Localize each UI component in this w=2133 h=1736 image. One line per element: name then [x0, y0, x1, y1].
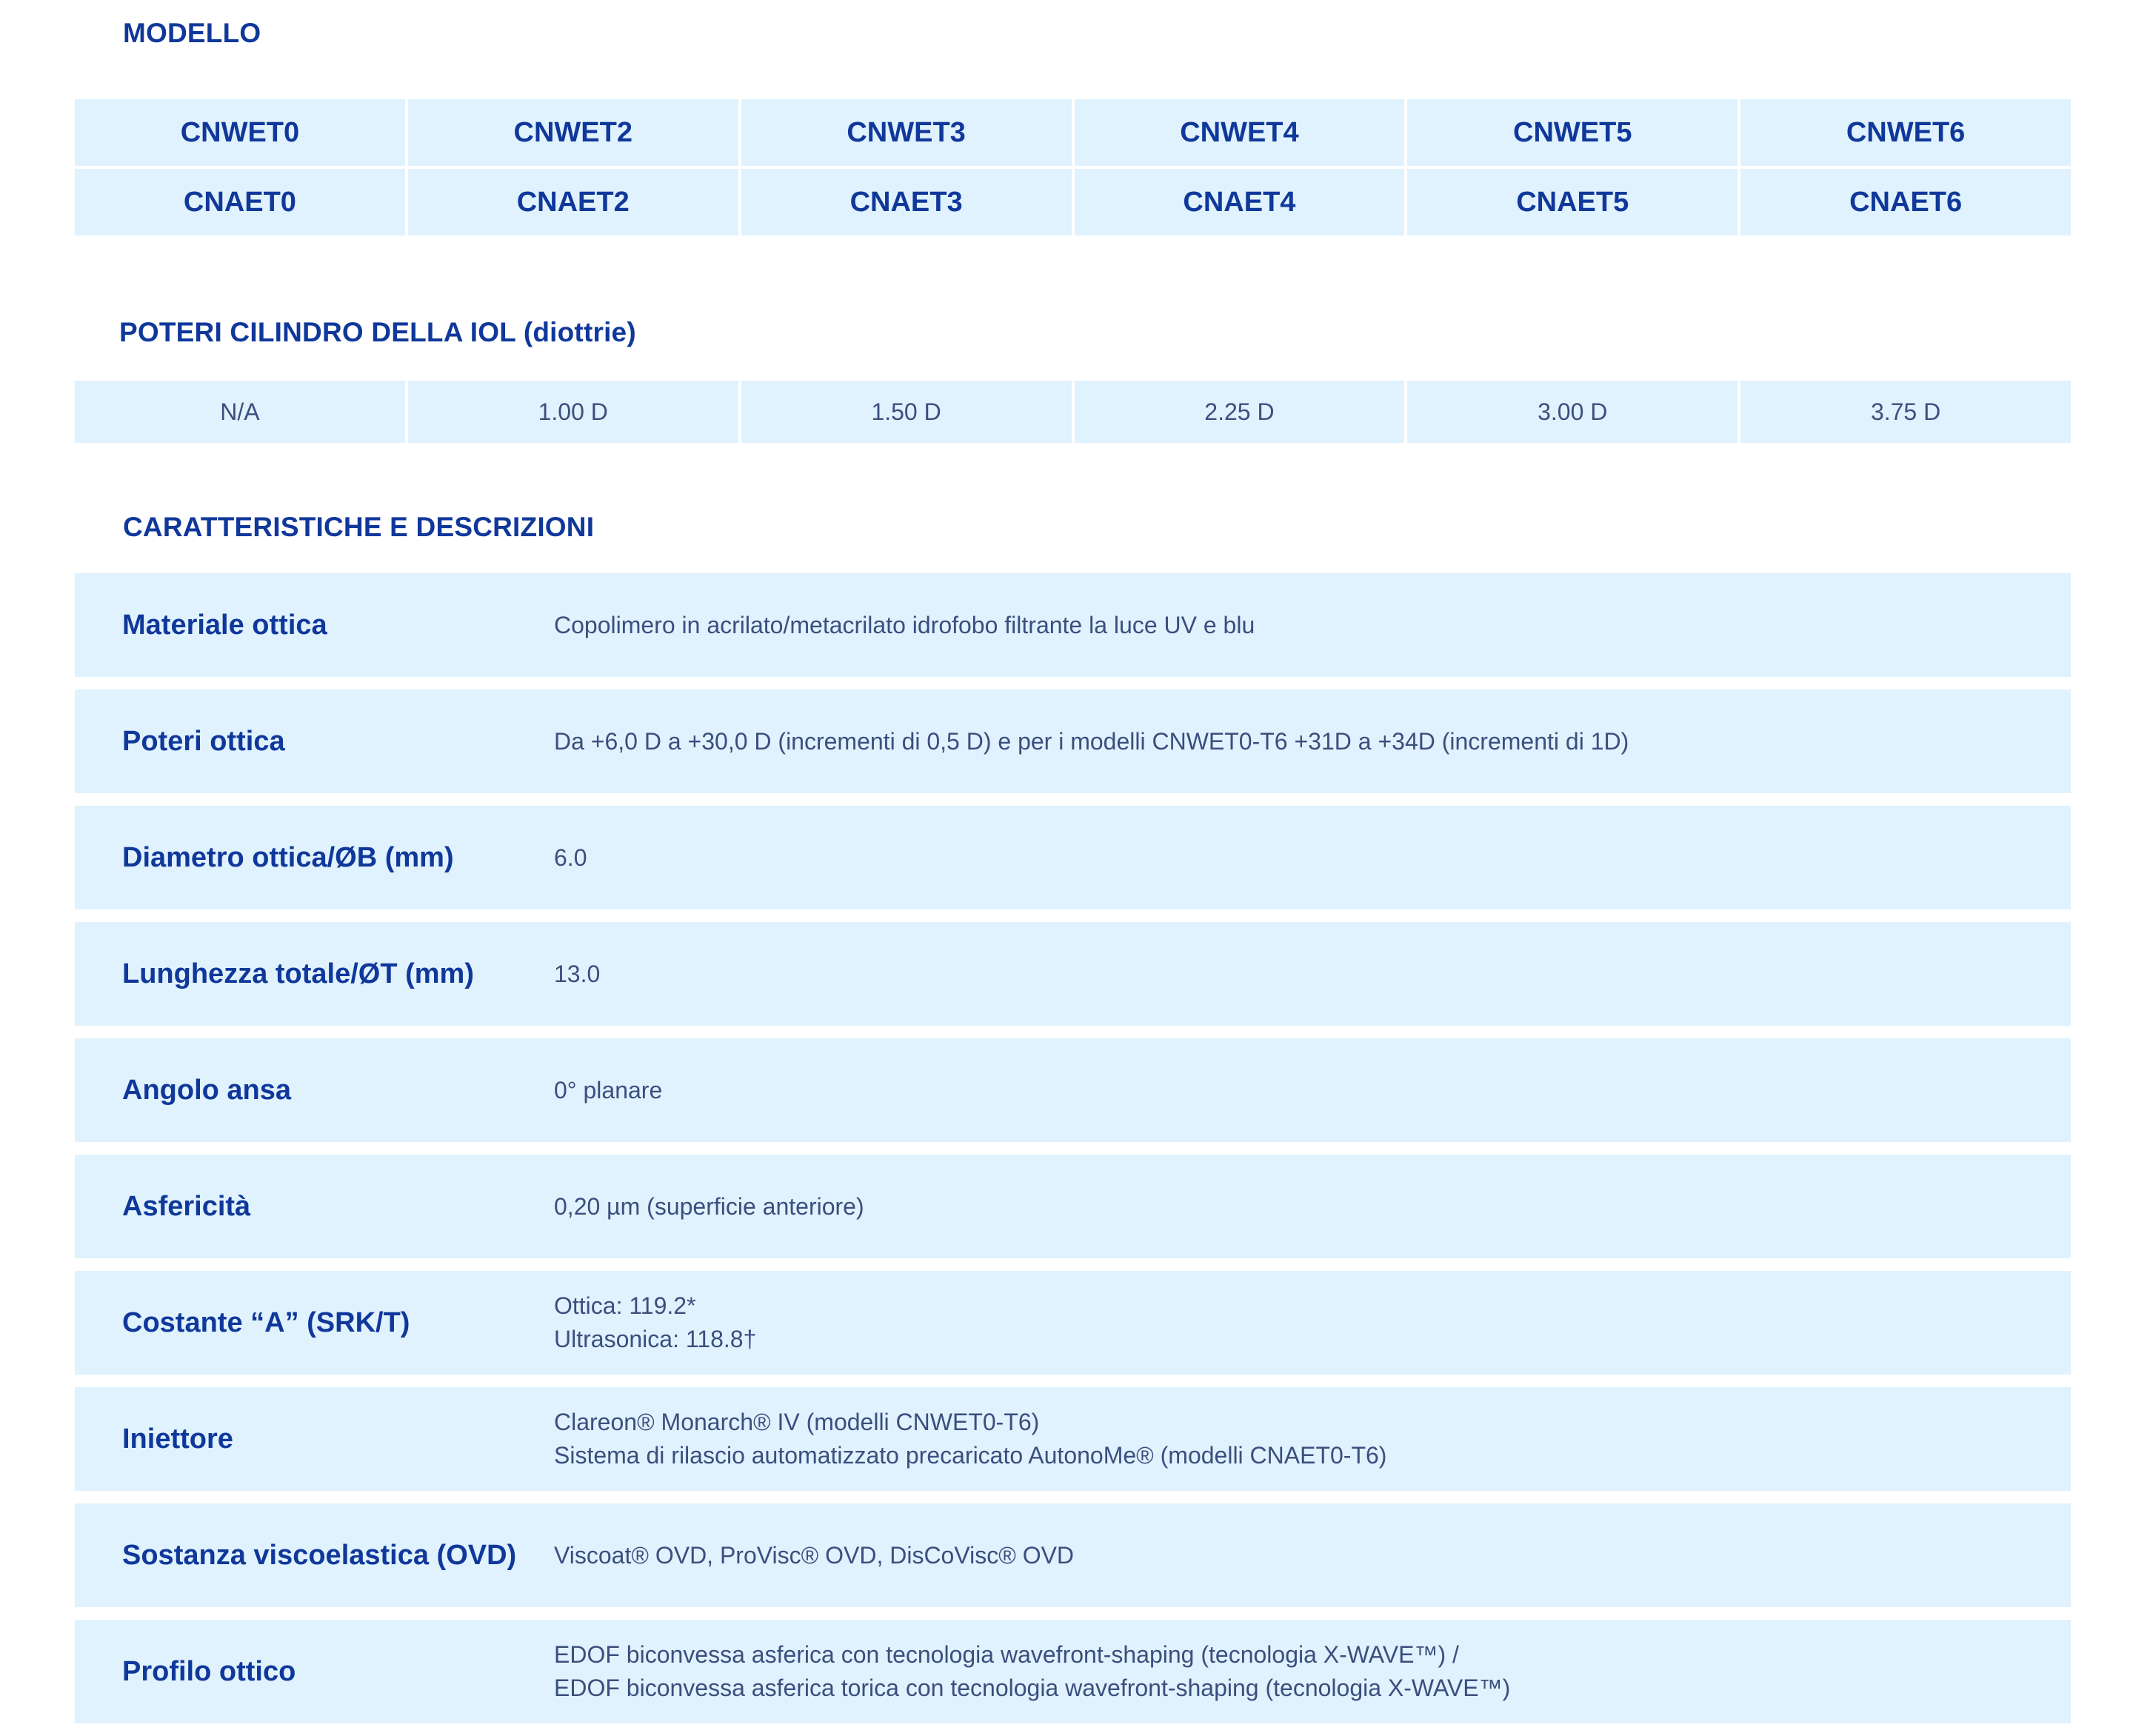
- feature-label: Poteri ottica: [122, 725, 285, 757]
- features-table: Materiale ottica Copolimero in acrilato/…: [75, 573, 2071, 1736]
- feature-row-poteri-ottica: Poteri ottica Da +6,0 D a +30,0 D (incre…: [75, 690, 2071, 793]
- model-cell: CNAET3: [741, 169, 1072, 236]
- cylinder-power-cell: 1.00 D: [407, 381, 738, 443]
- model-cell: CNWET2: [407, 99, 738, 166]
- model-cell: CNAET2: [407, 169, 738, 236]
- feature-label: Angolo ansa: [122, 1074, 292, 1106]
- feature-value-line: Ultrasonica: 118.8†: [554, 1326, 757, 1352]
- cylinder-power-cell: 3.00 D: [1407, 381, 1738, 443]
- feature-row-iniettore: Iniettore Clareon® Monarch® IV (modelli …: [75, 1387, 2071, 1491]
- feature-value: 0° planare: [554, 1074, 2041, 1107]
- feature-value: Da +6,0 D a +30,0 D (incrementi di 0,5 D…: [554, 725, 2041, 758]
- feature-label: Costante “A” (SRK/T): [122, 1306, 410, 1338]
- feature-value: Ottica: 119.2* Ultrasonica: 118.8†: [554, 1289, 2041, 1356]
- feature-value: Clareon® Monarch® IV (modelli CNWET0-T6)…: [554, 1406, 2041, 1472]
- model-cell: CNAET4: [1074, 169, 1405, 236]
- model-cell: CNAET6: [1740, 169, 2071, 236]
- feature-value-line: Ottica: 119.2*: [554, 1292, 696, 1319]
- feature-row-materiale-ottica: Materiale ottica Copolimero in acrilato/…: [75, 573, 2071, 677]
- feature-value-line: Viscoat® OVD, ProVisc® OVD, DisCoVisc® O…: [554, 1541, 1075, 1569]
- feature-value-line: Clareon® Monarch® IV (modelli CNWET0-T6): [554, 1409, 1040, 1435]
- feature-label: Iniettore: [122, 1423, 233, 1455]
- model-table: CNWET0 CNWET2 CNWET3 CNWET4 CNWET5 CNWET…: [75, 99, 2071, 236]
- feature-row-angolo-ansa: Angolo ansa 0° planare: [75, 1038, 2071, 1142]
- feature-label: Sostanza viscoelastica (OVD): [122, 1539, 517, 1571]
- feature-row-asfericita: Asfericità 0,20 µm (superficie anteriore…: [75, 1155, 2071, 1258]
- feature-value-line: Sistema di rilascio automatizzato precar…: [554, 1442, 1387, 1469]
- section-title-poteri-cilindro: POTERI CILINDRO DELLA IOL (diottrie): [119, 317, 636, 347]
- feature-value-line: Copolimero in acrilato/metacrilato idrof…: [554, 611, 1255, 638]
- feature-value-line: 6.0: [554, 844, 587, 871]
- feature-row-diametro-ottica: Diametro ottica/ØB (mm) 6.0: [75, 806, 2071, 909]
- feature-value-line: EDOF biconvessa asferica torica con tecn…: [554, 1675, 1511, 1701]
- feature-row-sostanza-viscoelastica: Sostanza viscoelastica (OVD) Viscoat® OV…: [75, 1503, 2071, 1607]
- feature-value-line: 13.0: [554, 960, 601, 987]
- feature-value: EDOF biconvessa asferica con tecnologia …: [554, 1638, 2041, 1705]
- feature-value-line: Da +6,0 D a +30,0 D (incrementi di 0,5 D…: [554, 727, 1629, 755]
- feature-value-line: 0,20 µm (superficie anteriore): [554, 1192, 864, 1220]
- model-cell: CNWET6: [1740, 99, 2071, 166]
- section-title-modello: MODELLO: [123, 18, 261, 48]
- feature-value: 0,20 µm (superficie anteriore): [554, 1190, 2041, 1223]
- model-cell: CNWET3: [741, 99, 1072, 166]
- feature-value-line: EDOF biconvessa asferica con tecnologia …: [554, 1641, 1459, 1668]
- model-cell: CNWET4: [1074, 99, 1405, 166]
- feature-label: Diametro ottica/ØB (mm): [122, 841, 454, 873]
- feature-row-lunghezza-totale: Lunghezza totale/ØT (mm) 13.0: [75, 922, 2071, 1026]
- feature-row-costante-a: Costante “A” (SRK/T) Ottica: 119.2* Ultr…: [75, 1271, 2071, 1375]
- feature-row-profilo-ottico: Profilo ottico EDOF biconvessa asferica …: [75, 1620, 2071, 1723]
- model-cell: CNAET5: [1407, 169, 1738, 236]
- cylinder-power-cell: 2.25 D: [1074, 381, 1405, 443]
- cylinder-power-cell: 1.50 D: [741, 381, 1072, 443]
- feature-value: 6.0: [554, 841, 2041, 875]
- section-title-caratteristiche: CARATTERISTICHE E DESCRIZIONI: [123, 512, 595, 542]
- cylinder-power-cell: N/A: [75, 381, 405, 443]
- feature-label: Asfericità: [122, 1190, 251, 1222]
- feature-value: 13.0: [554, 958, 2041, 991]
- cylinder-power-table: N/A 1.00 D 1.50 D 2.25 D 3.00 D 3.75 D: [75, 381, 2071, 443]
- model-cell: CNWET5: [1407, 99, 1738, 166]
- model-cell: CNWET0: [75, 99, 405, 166]
- feature-label: Materiale ottica: [122, 609, 327, 641]
- feature-value: Copolimero in acrilato/metacrilato idrof…: [554, 609, 2041, 642]
- feature-label: Profilo ottico: [122, 1655, 296, 1687]
- feature-label: Lunghezza totale/ØT (mm): [122, 958, 474, 989]
- feature-value: Viscoat® OVD, ProVisc® OVD, DisCoVisc® O…: [554, 1539, 2041, 1572]
- model-cell: CNAET0: [75, 169, 405, 236]
- feature-value-line: 0° planare: [554, 1076, 663, 1104]
- cylinder-power-cell: 3.75 D: [1740, 381, 2071, 443]
